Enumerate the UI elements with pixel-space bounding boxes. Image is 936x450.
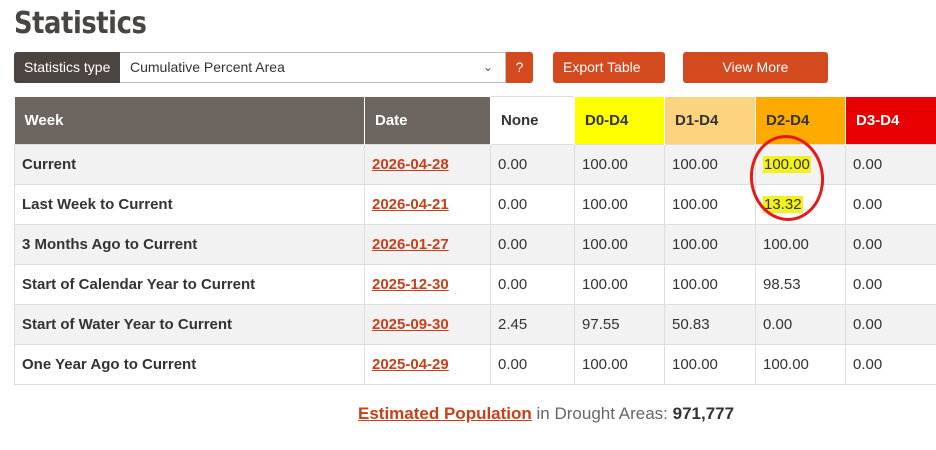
header-date[interactable]: Date: [364, 96, 491, 145]
d1-d4-cell: 100.00: [664, 144, 756, 185]
week-cell: Start of Calendar Year to Current: [14, 264, 365, 305]
date-link[interactable]: 2026-04-28: [372, 156, 449, 173]
date-link[interactable]: 2026-04-21: [372, 196, 449, 213]
d3-d4-cell: 0.00: [845, 224, 936, 265]
header-d2-d4[interactable]: D2-D4: [755, 96, 846, 145]
view-more-statistics-button[interactable]: View More Statistics: [683, 52, 828, 106]
help-button[interactable]: ?: [506, 52, 533, 83]
d1-d4-cell: 100.00: [664, 344, 756, 385]
statistics-type-label: Statistics type: [14, 52, 120, 83]
none-cell: 2.45: [490, 304, 575, 345]
d1-d4-cell: 100.00: [664, 224, 756, 265]
population-summary: Estimated Population in Drought Areas: 9…: [358, 404, 734, 424]
week-cell: One Year Ago to Current: [14, 344, 365, 385]
date-cell: 2025-12-30: [364, 264, 491, 305]
date-link[interactable]: 2025-09-30: [372, 316, 449, 333]
d3-d4-cell: 0.00: [845, 144, 936, 185]
none-cell: 0.00: [490, 224, 575, 265]
header-week[interactable]: Week: [14, 96, 365, 145]
population-value: 971,777: [672, 404, 735, 423]
week-cell: Current: [14, 144, 365, 185]
none-cell: 0.00: [490, 264, 575, 305]
d3-d4-cell: 0.00: [845, 344, 936, 385]
header-none[interactable]: None: [490, 96, 575, 145]
date-cell: 2026-04-28: [364, 144, 491, 185]
d1-d4-cell: 100.00: [664, 184, 756, 225]
export-table-label: Export Table: [563, 59, 641, 75]
estimated-population-link[interactable]: Estimated Population: [358, 404, 532, 423]
d2-d4-cell: 100.00: [755, 224, 846, 265]
statistics-type-select[interactable]: Cumulative Percent Area ⌄: [120, 52, 506, 83]
d0-d4-cell: 100.00: [574, 144, 665, 185]
d2-d4-cell: 0.00: [755, 304, 846, 345]
table-row: One Year Ago to Current 2025-04-29 0.00 …: [14, 344, 936, 385]
week-cell: 3 Months Ago to Current: [14, 224, 365, 265]
d0-d4-cell: 100.00: [574, 224, 665, 265]
d2-d4-cell: 98.53: [755, 264, 846, 305]
date-cell: 2026-04-21: [364, 184, 491, 225]
date-link[interactable]: 2026-01-27: [372, 236, 449, 253]
page-title: Statistics: [14, 6, 147, 41]
header-d0-d4[interactable]: D0-D4: [574, 96, 665, 145]
date-link[interactable]: 2025-04-29: [372, 356, 449, 373]
d0-d4-cell: 100.00: [574, 264, 665, 305]
table-row: Start of Water Year to Current 2025-09-3…: [14, 304, 936, 345]
population-text: in Drought Areas:: [531, 404, 673, 423]
statistics-type-control: Statistics type Cumulative Percent Area …: [14, 52, 533, 83]
d0-d4-cell: 97.55: [574, 304, 665, 345]
none-cell: 0.00: [490, 144, 575, 185]
date-link[interactable]: 2025-12-30: [372, 276, 449, 293]
week-cell: Start of Water Year to Current: [14, 304, 365, 345]
table-row: Start of Calendar Year to Current 2025-1…: [14, 264, 936, 305]
d3-d4-cell: 0.00: [845, 184, 936, 225]
d3-d4-cell: 0.00: [845, 304, 936, 345]
d2-d4-cell: 100.00: [755, 344, 846, 385]
table-row: 3 Months Ago to Current 2026-01-27 0.00 …: [14, 224, 936, 265]
header-d1-d4[interactable]: D1-D4: [664, 96, 756, 145]
export-table-button[interactable]: Export Table▼: [553, 52, 665, 103]
date-cell: 2026-01-27: [364, 224, 491, 265]
date-cell: 2025-04-29: [364, 344, 491, 385]
d1-d4-cell: 50.83: [664, 304, 756, 345]
d1-d4-cell: 100.00: [664, 264, 756, 305]
date-cell: 2025-09-30: [364, 304, 491, 345]
d3-d4-cell: 0.00: [845, 264, 936, 305]
d0-d4-cell: 100.00: [574, 184, 665, 225]
d0-d4-cell: 100.00: [574, 344, 665, 385]
week-cell: Last Week to Current: [14, 184, 365, 225]
chevron-down-icon: ⌄: [482, 60, 493, 74]
statistics-type-value: Cumulative Percent Area: [130, 59, 285, 75]
none-cell: 0.00: [490, 184, 575, 225]
none-cell: 0.00: [490, 344, 575, 385]
header-d3-d4[interactable]: D3-D4: [845, 96, 936, 145]
